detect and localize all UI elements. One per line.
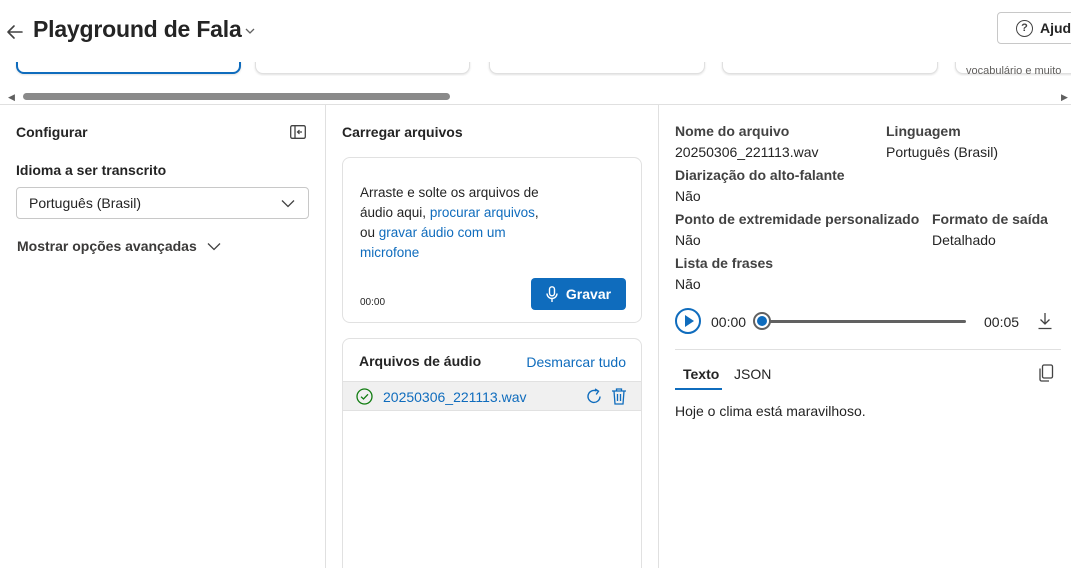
redo-icon[interactable] (586, 388, 603, 405)
deselect-all-link[interactable]: Desmarcar tudo (526, 354, 626, 370)
file-dropzone[interactable]: Arraste e solte os arquivos de áudio aqu… (342, 157, 642, 323)
custom-endpoint-label: Ponto de extremidade personalizado (675, 211, 920, 227)
divider (675, 349, 1061, 350)
record-timer: 00:00 (360, 297, 386, 308)
copy-icon[interactable] (1038, 364, 1054, 382)
total-time: 00:05 (984, 314, 1020, 330)
seek-thumb[interactable] (753, 312, 771, 330)
chevron-down-icon (281, 200, 295, 208)
file-list-item[interactable]: 20250306_221113.wav (343, 381, 641, 411)
transcript-text: Hoje o clima está maravilhoso. (675, 403, 866, 419)
scroll-right-icon[interactable]: ▶ (1061, 92, 1068, 103)
advanced-options-toggle[interactable]: Mostrar opções avançadas (17, 238, 221, 254)
question-icon: ? (1016, 19, 1033, 37)
language-dropdown-value: Português (Brasil) (29, 195, 142, 211)
record-button[interactable]: Gravar (531, 278, 626, 310)
audio-files-list: Arquivos de áudio Desmarcar tudo 2025030… (342, 338, 642, 568)
file-name[interactable]: 20250306_221113.wav (383, 389, 527, 405)
chevron-down-icon[interactable] (244, 26, 256, 36)
download-icon[interactable] (1037, 312, 1053, 330)
chevron-down-icon (207, 242, 221, 250)
file-name-value: 20250306_221113.wav (675, 144, 819, 160)
audio-player: 00:00 00:05 (675, 307, 1063, 335)
record-button-label: Gravar (565, 286, 612, 302)
file-name-label: Nome do arquivo (675, 123, 790, 139)
tab-text[interactable]: Texto (683, 366, 719, 382)
scenario-card-text: vocabulário e muito (966, 65, 1062, 76)
scenario-card[interactable] (255, 62, 470, 74)
checkmark-circle-icon (356, 388, 373, 405)
output-format-label: Formato de saída (932, 211, 1048, 227)
diarization-label: Diarização do alto-falante (675, 167, 845, 183)
record-audio-link[interactable]: gravar áudio com um microfone (360, 225, 506, 260)
horizontal-scrollbar[interactable]: ◀ ▶ (0, 88, 1071, 104)
language-meta-value: Português (Brasil) (886, 144, 999, 160)
upload-title: Carregar arquivos (342, 124, 463, 140)
scrollbar-thumb[interactable] (23, 93, 450, 100)
phrase-list-label: Lista de frases (675, 255, 774, 271)
audio-files-title: Arquivos de áudio (359, 353, 482, 369)
scenario-card[interactable]: vocabulário e muito (955, 62, 1071, 76)
phrase-list-value: Não (675, 276, 701, 292)
output-format-value: Detalhado (932, 232, 996, 248)
play-icon (685, 315, 694, 327)
microphone-icon (546, 285, 558, 302)
header: Playground de Fala ? Ajuda (0, 0, 1071, 62)
browse-files-link[interactable]: procurar arquivos (430, 205, 535, 220)
advanced-options-label: Mostrar opções avançadas (17, 238, 197, 254)
language-meta-label: Linguagem (886, 123, 961, 139)
configure-panel: Configurar Idioma a ser transcrito Portu… (0, 105, 325, 568)
results-panel: Nome do arquivo 20250306_221113.wav Ling… (659, 105, 1071, 568)
collapse-panel-icon[interactable] (290, 125, 306, 139)
upload-panel: Carregar arquivos Arraste e solte os arq… (326, 105, 658, 568)
dropzone-text: Arraste e solte os arquivos de áudio aqu… (360, 183, 550, 263)
back-arrow-icon[interactable] (5, 22, 25, 42)
scroll-left-icon[interactable]: ◀ (8, 92, 15, 103)
seek-bar[interactable] (763, 320, 966, 323)
help-button-label: Ajuda (1040, 20, 1071, 36)
active-tab-indicator (675, 388, 722, 390)
diarization-value: Não (675, 188, 701, 204)
tab-json[interactable]: JSON (734, 366, 771, 382)
play-button[interactable] (675, 308, 701, 334)
scenario-card-strip: vocabulário e muito (0, 62, 1071, 76)
language-label: Idioma a ser transcrito (16, 162, 167, 178)
language-dropdown[interactable]: Português (Brasil) (16, 187, 309, 219)
current-time: 00:00 (711, 314, 747, 330)
trash-icon[interactable] (611, 387, 627, 405)
page-title: Playground de Fala (33, 16, 242, 42)
scenario-card[interactable] (722, 62, 938, 74)
help-button[interactable]: ? Ajuda (997, 12, 1071, 44)
scenario-card[interactable] (489, 62, 705, 74)
configure-title: Configurar (16, 124, 88, 140)
custom-endpoint-value: Não (675, 232, 701, 248)
scenario-card-selected[interactable] (16, 62, 241, 74)
